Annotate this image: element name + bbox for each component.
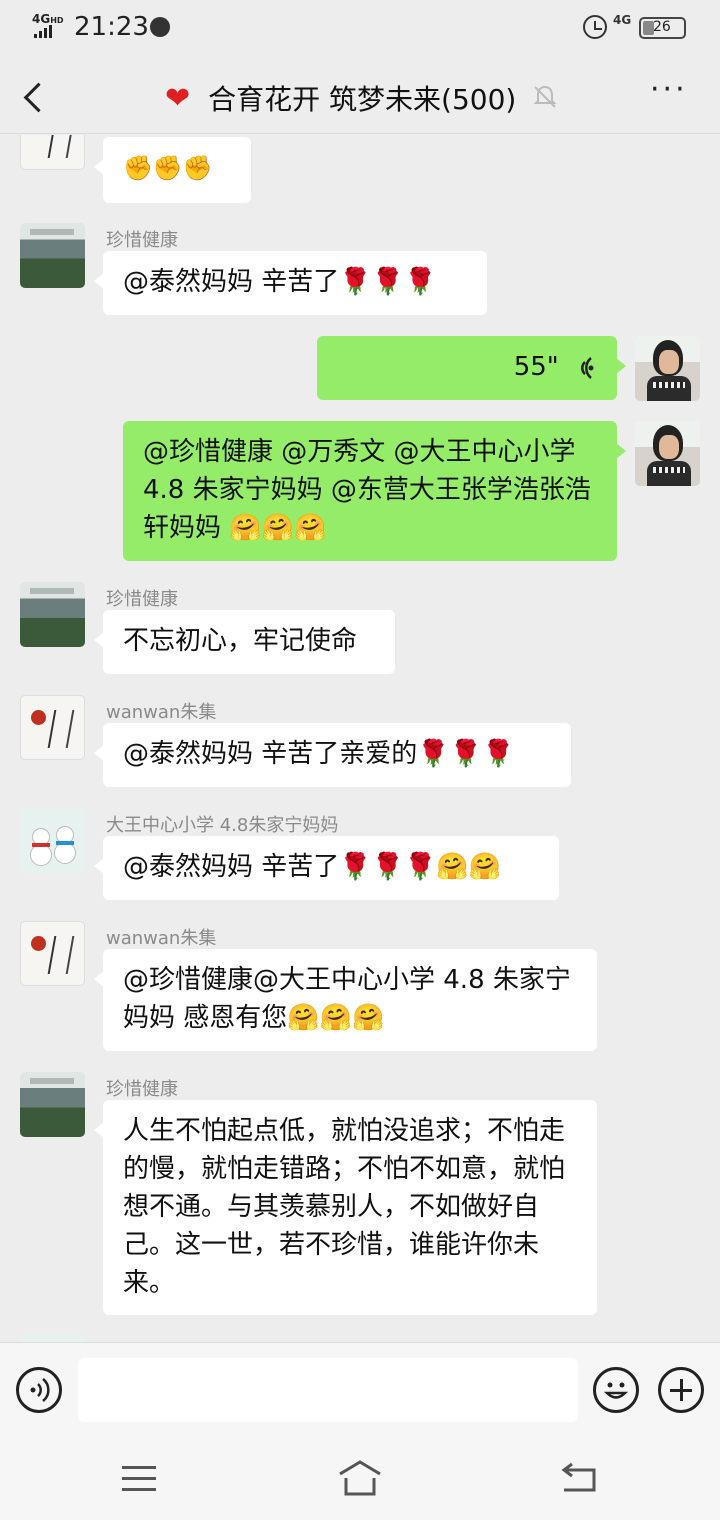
avatar[interactable] xyxy=(20,1335,85,1342)
status-bar: 4GHD 21:23 4G 26 xyxy=(0,0,720,58)
voice-input-button[interactable] xyxy=(16,1367,62,1413)
clock: 21:23 xyxy=(74,12,149,42)
emoji-button[interactable] xyxy=(593,1367,639,1413)
message-bubble[interactable]: @珍惜健康 @万秀文 @大王中心小学 4.8 朱家宁妈妈 @东营大王张学浩张浩轩… xyxy=(123,421,626,561)
moon-icon xyxy=(150,17,170,37)
chat-title: ❤ 合育花开 筑梦未来(500) xyxy=(165,78,516,118)
system-nav-bar xyxy=(0,1436,720,1520)
message-bubble[interactable]: @泰然妈妈 辛苦了亲爱的🌹🌹🌹 xyxy=(94,723,571,787)
group-name: 合育花开 筑梦未来(500) xyxy=(208,83,517,116)
message-bubble[interactable]: 不忘初心，牢记使命 xyxy=(94,610,395,674)
voice-wave-icon xyxy=(581,356,594,379)
add-attachment-button[interactable] xyxy=(658,1367,704,1413)
network-icon: 4GHD xyxy=(30,12,70,42)
bell-muted-icon xyxy=(533,85,557,108)
smiley-icon xyxy=(603,1382,629,1399)
chat-messages[interactable]: ✊✊✊ 珍惜健康 @泰然妈妈 辛苦了🌹🌹🌹 55" @珍惜健康 @万秀文 @大王… xyxy=(0,135,720,1342)
back-nav-button[interactable] xyxy=(560,1462,598,1494)
sender-name: wanwan朱集 xyxy=(106,928,217,949)
message-bubble[interactable]: @泰然妈妈 辛苦了🌹🌹🌹🤗🤗 xyxy=(94,836,559,900)
message-bubble[interactable]: ✊✊✊ xyxy=(94,137,251,203)
sender-name: 珍惜健康 xyxy=(106,230,178,251)
message-input[interactable] xyxy=(78,1358,578,1422)
voice-wave-icon xyxy=(30,1378,50,1402)
message-bubble[interactable]: 人生不怕起点低，就怕没追求；不怕走的慢，就怕走错路；不怕不如意，就怕想不通。与其… xyxy=(94,1100,597,1315)
avatar[interactable] xyxy=(20,223,85,288)
sender-name: 珍惜健康 xyxy=(106,1079,178,1100)
input-bar xyxy=(0,1342,720,1436)
voice-duration: 55" xyxy=(513,352,559,382)
cell-signal-label: 4G xyxy=(613,13,632,27)
avatar[interactable] xyxy=(20,135,85,170)
avatar[interactable] xyxy=(20,695,85,760)
avatar[interactable] xyxy=(20,808,85,873)
back-button[interactable] xyxy=(14,76,54,116)
more-options-button[interactable]: ··· xyxy=(650,75,700,114)
message-bubble[interactable]: @珍惜健康@大王中心小学 4.8 朱家宁妈妈 感恩有您🤗🤗🤗 xyxy=(94,949,597,1051)
voice-message[interactable]: 55" xyxy=(317,336,626,400)
heart-icon: ❤ xyxy=(165,80,191,116)
battery-icon: 26 xyxy=(639,17,686,39)
home-button[interactable] xyxy=(336,1458,384,1498)
recent-apps-button[interactable] xyxy=(122,1466,156,1492)
avatar[interactable] xyxy=(20,921,85,986)
sender-name: 大王中心小学 4.8朱家宁妈妈 xyxy=(106,815,339,836)
sender-name: wanwan朱集 xyxy=(106,702,217,723)
avatar-self[interactable] xyxy=(635,336,700,401)
battery-level: 26 xyxy=(653,19,671,35)
chat-header: ❤ 合育花开 筑梦未来(500) ··· xyxy=(0,58,720,134)
sender-name: 珍惜健康 xyxy=(106,589,178,610)
avatar[interactable] xyxy=(20,1072,85,1137)
alarm-icon xyxy=(583,15,607,39)
avatar[interactable] xyxy=(20,582,85,647)
avatar-self[interactable] xyxy=(635,421,700,486)
message-bubble[interactable]: @泰然妈妈 辛苦了🌹🌹🌹 xyxy=(94,251,487,315)
